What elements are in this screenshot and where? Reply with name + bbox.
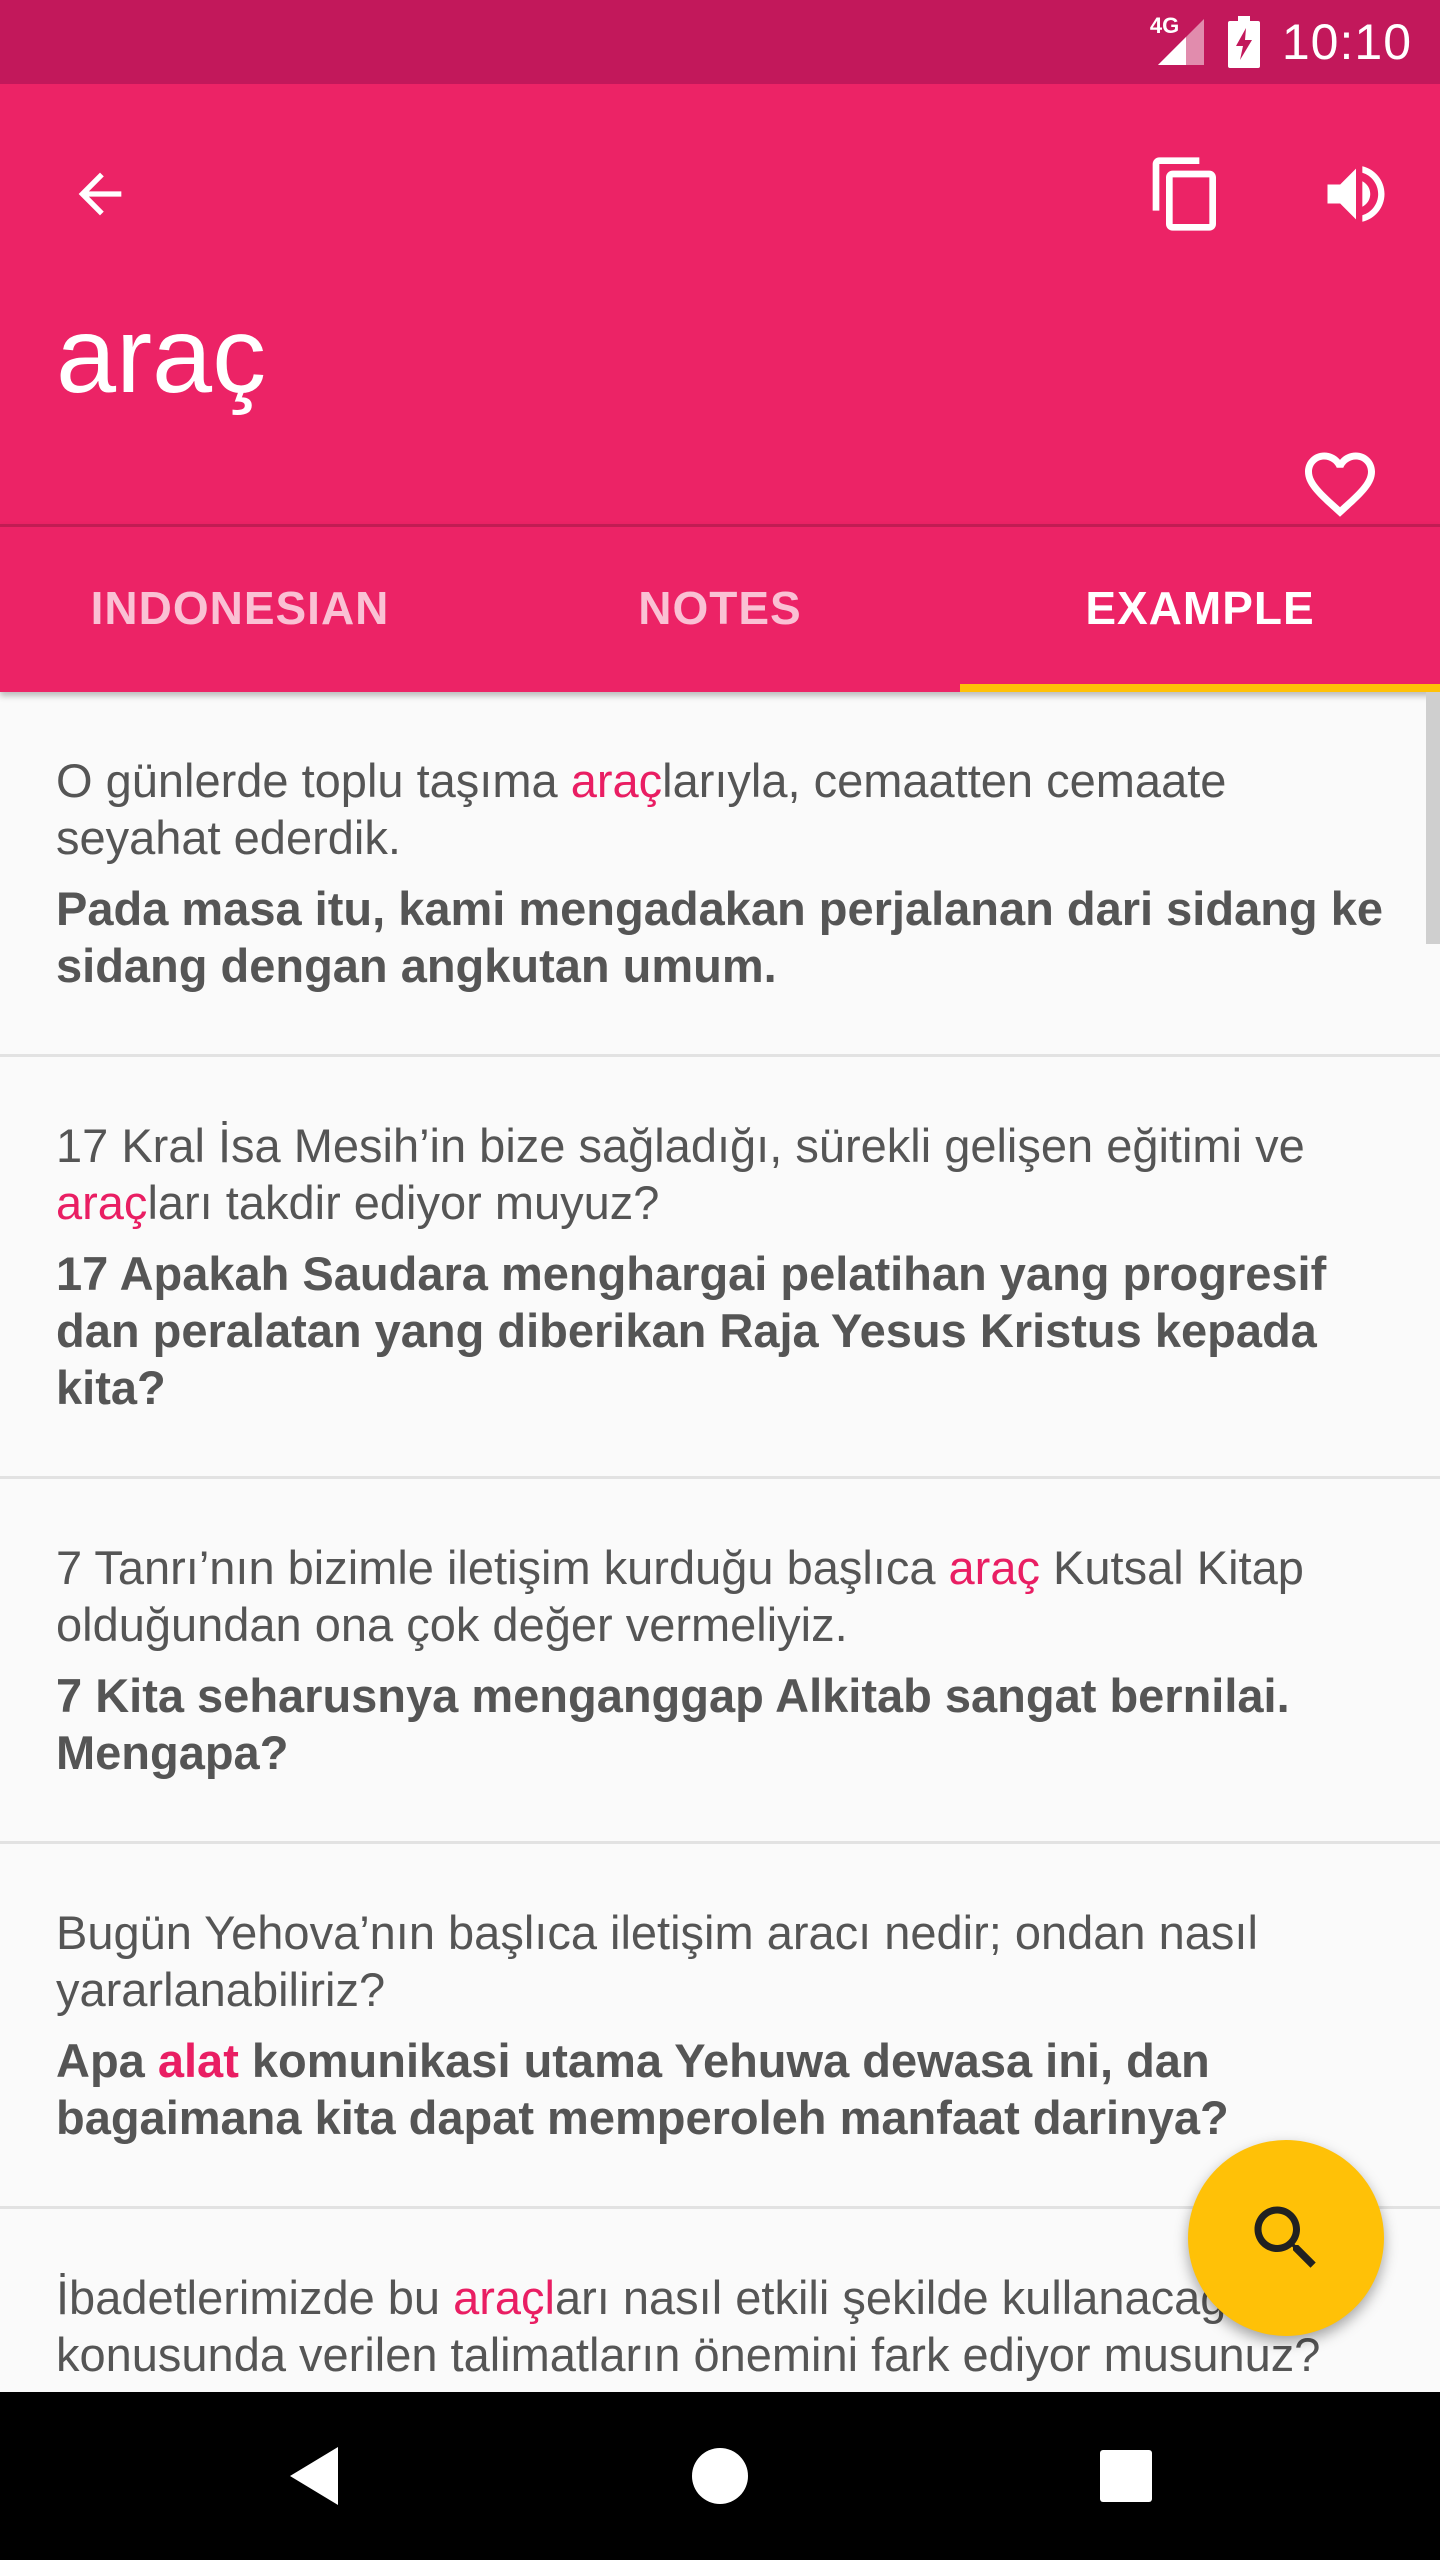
copy-button[interactable]	[1126, 134, 1246, 254]
tab-indonesian[interactable]: INDONESIAN	[0, 524, 480, 692]
signal-icon: 4G	[1150, 13, 1206, 67]
example-item[interactable]: 17 Kral İsa Mesih’in bize sağladığı, sür…	[0, 1057, 1440, 1479]
example-source: 7 Tanrı’nın bizimle iletişim kurduğu baş…	[56, 1541, 1304, 1651]
app-bar: araç	[0, 84, 1440, 524]
nav-home-button[interactable]	[660, 2416, 780, 2536]
tab-example[interactable]: EXAMPLE	[960, 524, 1440, 692]
clock: 10:10	[1281, 14, 1412, 70]
example-list[interactable]: O günlerde toplu taşıma araçlarıyla, cem…	[0, 692, 1440, 2392]
example-translation: Pada masa itu, kami mengadakan perjalana…	[56, 882, 1383, 992]
nav-back-button[interactable]	[254, 2416, 374, 2536]
nav-recents-square-icon	[1100, 2450, 1152, 2502]
battery-charging-icon	[1227, 16, 1260, 68]
example-translation: Apa alat komunikasi utama Yehuwa dewasa …	[56, 2034, 1229, 2144]
example-source: 17 Kral İsa Mesih’in bize sağladığı, sür…	[56, 1119, 1305, 1229]
example-source: O günlerde toplu taşıma araçlarıyla, cem…	[56, 754, 1227, 864]
word-title: araç	[56, 294, 267, 415]
nav-recents-button[interactable]	[1066, 2416, 1186, 2536]
navigation-bar	[0, 2392, 1440, 2560]
volume-up-icon	[1327, 166, 1385, 222]
search-icon	[1254, 2206, 1316, 2268]
favorite-button[interactable]	[1290, 434, 1390, 534]
arrow-back-icon	[78, 172, 122, 216]
example-item[interactable]: Bugün Yehova’nın başlıca iletişim aracı …	[0, 1844, 1440, 2209]
tab-indicator	[960, 684, 1440, 692]
nav-back-triangle-icon	[290, 2447, 338, 2505]
pronounce-button[interactable]	[1296, 134, 1416, 254]
back-button[interactable]	[40, 134, 160, 254]
example-source: Bugün Yehova’nın başlıca iletişim aracı …	[56, 1906, 1258, 2016]
content-copy-icon	[1152, 157, 1216, 231]
search-fab[interactable]	[1188, 2140, 1384, 2336]
example-source: İbadetlerimizde bu araçları nasıl etkili…	[56, 2271, 1321, 2381]
example-translation: 7 Kita seharusnya menganggap Alkitab san…	[56, 1669, 1290, 1779]
scrollbar[interactable]	[1426, 692, 1440, 944]
example-item[interactable]: 7 Tanrı’nın bizimle iletişim kurduğu baş…	[0, 1479, 1440, 1844]
tab-notes[interactable]: NOTES	[480, 524, 960, 692]
nav-home-circle-icon	[692, 2448, 748, 2504]
tab-bar: INDONESIAN NOTES EXAMPLE	[0, 524, 1440, 692]
example-translation: 17 Apakah Saudara menghargai pelatihan y…	[56, 1247, 1327, 1414]
example-item[interactable]: O günlerde toplu taşıma araçlarıyla, cem…	[0, 692, 1440, 1057]
heart-outline-icon	[1305, 452, 1375, 517]
status-bar: 4G 10:10	[0, 0, 1440, 84]
